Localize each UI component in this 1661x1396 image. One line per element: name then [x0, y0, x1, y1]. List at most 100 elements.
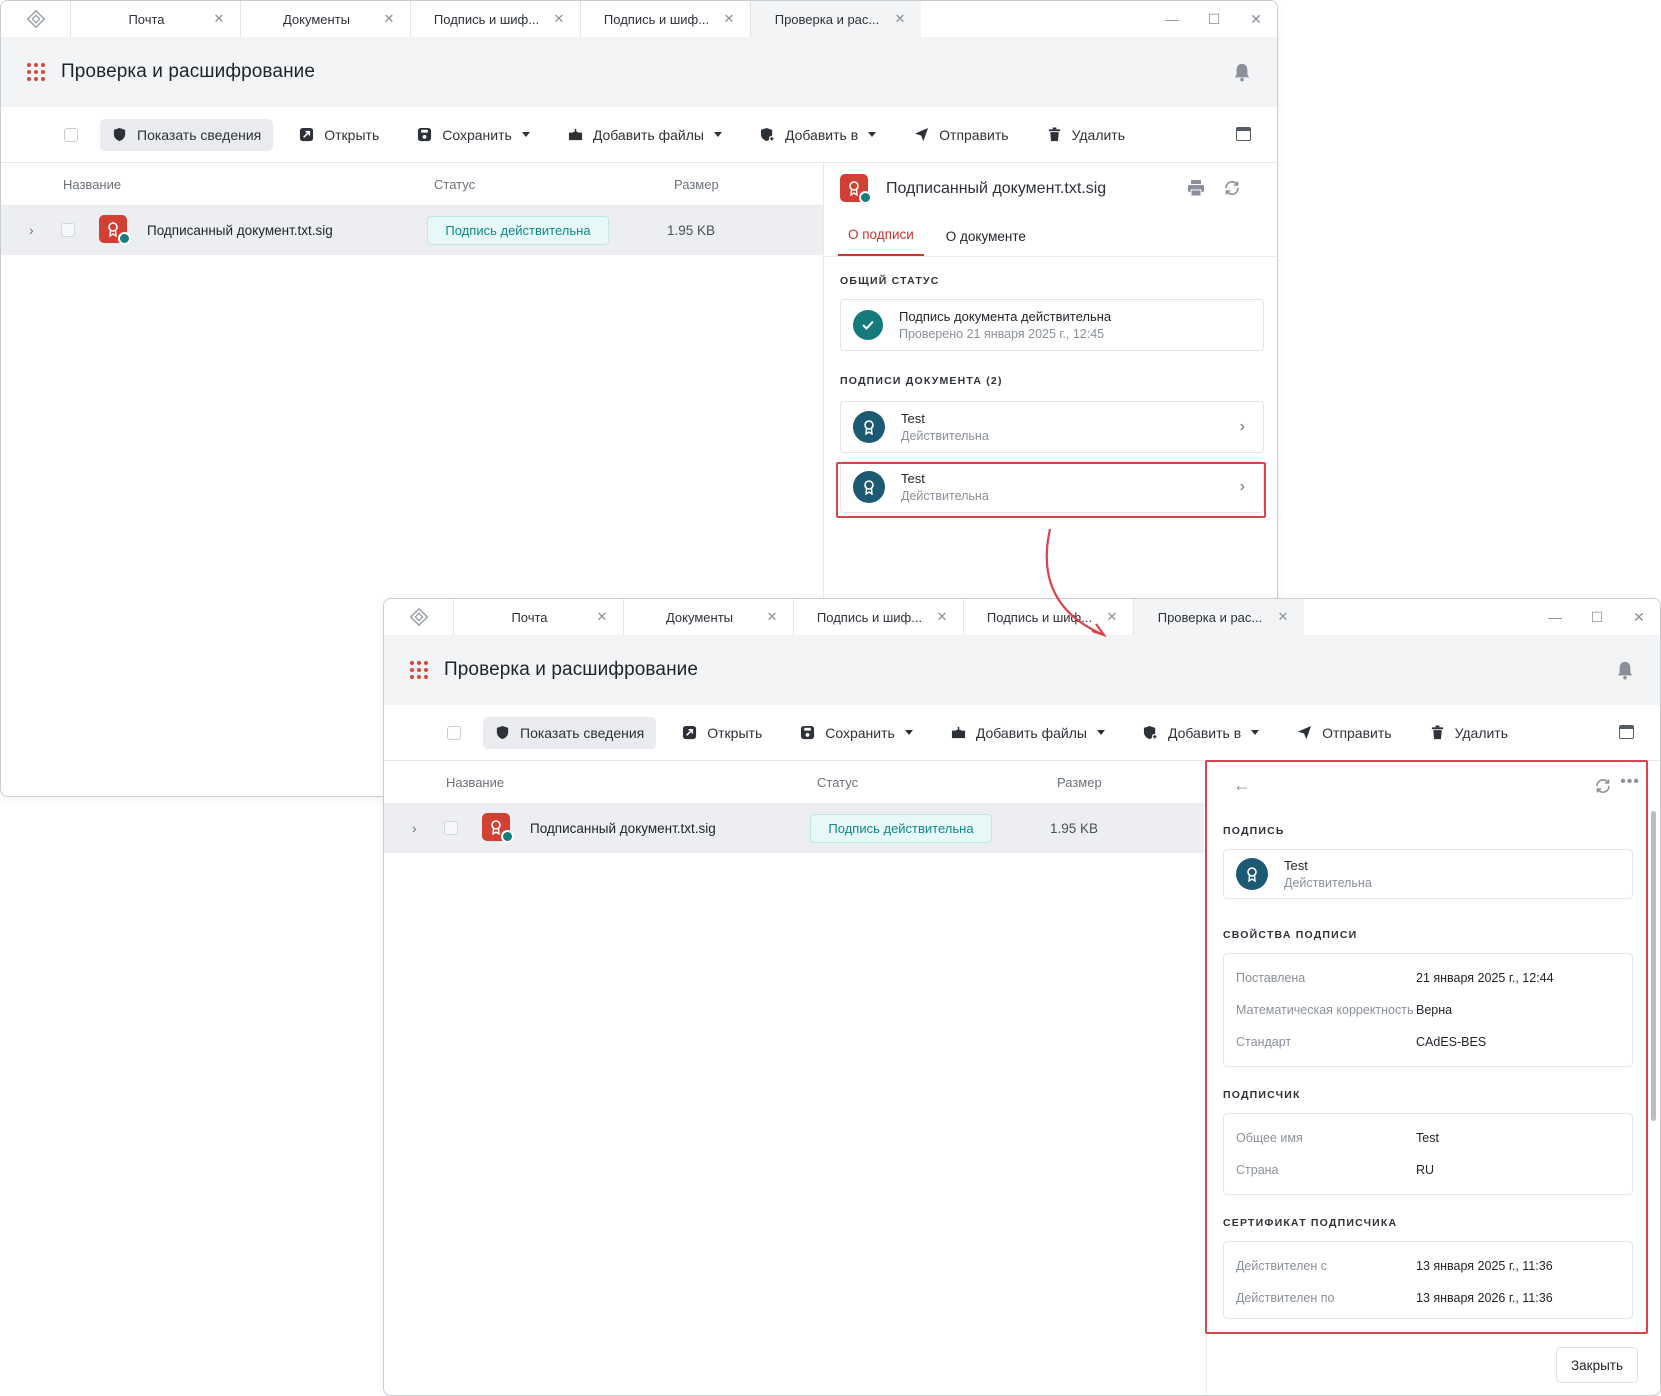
tab-about-signature[interactable]: О подписи	[838, 227, 924, 256]
send-button[interactable]: Отправить	[1285, 717, 1403, 749]
shield-add-icon	[1143, 725, 1158, 740]
shield-add-icon	[760, 127, 775, 142]
arrow-icon	[1045, 528, 1107, 638]
select-all-checkbox[interactable]	[447, 725, 461, 740]
column-name[interactable]: Название	[63, 177, 434, 192]
signature-item[interactable]: Test Действительна ›	[840, 401, 1264, 453]
overall-status-card: Подпись документа действительна Проверен…	[840, 299, 1264, 351]
table-row[interactable]: › Подписанный документ.txt.sig Подпись д…	[384, 803, 1204, 853]
close-button[interactable]: Закрыть	[1556, 1347, 1638, 1383]
save-label: Сохранить	[825, 724, 895, 741]
tab-sign-encrypt-1[interactable]: Подпись и шиф... ✕	[794, 599, 964, 635]
close-window-icon[interactable]: ✕	[1235, 11, 1277, 28]
row-checkbox[interactable]	[444, 821, 458, 835]
scrollbar[interactable]	[1651, 811, 1656, 1121]
details-tabs: О подписи О документе	[824, 215, 1277, 257]
close-icon[interactable]: ✕	[552, 12, 566, 26]
bell-icon[interactable]	[1233, 62, 1251, 82]
tab-verify-decrypt[interactable]: Проверка и рас... ✕	[751, 1, 921, 37]
minimize-icon[interactable]: —	[1534, 609, 1576, 625]
add-files-button[interactable]: Добавить файлы	[556, 119, 734, 151]
close-icon[interactable]: ✕	[935, 610, 949, 624]
shield-icon	[113, 127, 126, 142]
chevron-down-icon[interactable]	[1251, 730, 1260, 735]
close-icon[interactable]: ✕	[765, 610, 779, 624]
add-files-label: Добавить файлы	[975, 724, 1087, 741]
tab-sign-encrypt-2[interactable]: Подпись и шиф... ✕	[581, 1, 751, 37]
chevron-down-icon[interactable]	[521, 132, 530, 137]
add-files-button[interactable]: Добавить файлы	[939, 717, 1117, 749]
open-external-icon	[300, 127, 314, 142]
tab-documents[interactable]: Документы ✕	[624, 599, 794, 635]
table-row[interactable]: › Подписанный документ.txt.sig Подпись д…	[1, 205, 823, 255]
save-button[interactable]: Сохранить	[788, 717, 925, 749]
open-button[interactable]: Открыть	[670, 717, 774, 749]
send-label: Отправить	[1322, 724, 1392, 741]
delete-button[interactable]: Удалить	[1035, 119, 1137, 151]
add-to-button[interactable]: Добавить в	[1131, 717, 1271, 749]
close-window-icon[interactable]: ✕	[1618, 609, 1660, 626]
row-checkbox[interactable]	[61, 223, 75, 237]
column-status[interactable]: Статус	[434, 177, 674, 192]
save-icon	[418, 127, 432, 142]
column-size[interactable]: Размер	[674, 177, 719, 192]
add-to-button[interactable]: Добавить в	[748, 119, 888, 151]
add-to-label: Добавить в	[1167, 724, 1242, 741]
file-name: Подписанный документ.txt.sig	[530, 820, 716, 836]
file-name: Подписанный документ.txt.sig	[147, 222, 333, 238]
delete-button[interactable]: Удалить	[1418, 717, 1520, 749]
save-label: Сохранить	[442, 126, 512, 143]
close-icon[interactable]: ✕	[382, 12, 396, 26]
app-logo[interactable]	[384, 599, 454, 635]
tab-about-document[interactable]: О документе	[936, 229, 1036, 256]
maximize-icon[interactable]: ☐	[1193, 11, 1235, 28]
show-details-button[interactable]: Показать сведения	[100, 118, 274, 151]
chevron-down-icon[interactable]	[868, 132, 877, 137]
close-icon[interactable]: ✕	[893, 12, 907, 26]
apps-grid-icon[interactable]	[410, 661, 428, 679]
signed-file-icon	[99, 215, 131, 245]
tab-bar: Почта ✕ Документы ✕ Подпись и шиф... ✕ Подп…	[384, 599, 1660, 635]
minimize-icon[interactable]: —	[1151, 11, 1193, 27]
column-name[interactable]: Название	[446, 775, 817, 790]
tab-mail[interactable]: Почта ✕	[454, 599, 624, 635]
apps-grid-icon[interactable]	[27, 63, 45, 81]
close-icon[interactable]: ✕	[1276, 610, 1290, 624]
print-icon[interactable]	[1187, 179, 1205, 197]
overall-status-text: Подпись документа действительна	[899, 309, 1112, 324]
panel-toggle-icon[interactable]	[1236, 127, 1251, 141]
close-icon[interactable]: ✕	[595, 610, 609, 624]
chevron-down-icon[interactable]	[904, 730, 913, 735]
panel-toggle-icon[interactable]	[1619, 725, 1634, 739]
show-details-button[interactable]: Показать сведения	[483, 716, 657, 749]
open-button[interactable]: Открыть	[287, 119, 391, 151]
file-size: 1.95 KB	[667, 222, 716, 238]
send-button[interactable]: Отправить	[902, 119, 1020, 151]
add-to-label: Добавить в	[784, 126, 859, 143]
tab-mail[interactable]: Почта ✕	[71, 1, 241, 37]
tab-sign-encrypt-1[interactable]: Подпись и шиф... ✕	[411, 1, 581, 37]
checked-at: Проверено 21 января 2025 г., 12:45	[899, 327, 1105, 341]
tab-label: Подпись и шиф...	[433, 11, 540, 27]
tab-verify-decrypt[interactable]: Проверка и рас... ✕	[1134, 599, 1304, 635]
chevron-down-icon[interactable]	[1096, 730, 1105, 735]
close-icon[interactable]: ✕	[722, 12, 736, 26]
logo-icon	[26, 9, 45, 29]
bell-icon[interactable]	[1616, 660, 1634, 680]
tab-documents[interactable]: Документы ✕	[241, 1, 411, 37]
save-button[interactable]: Сохранить	[405, 119, 542, 151]
chevron-right-icon[interactable]: ›	[412, 820, 424, 836]
shield-icon	[496, 725, 509, 740]
refresh-icon[interactable]	[1223, 179, 1241, 197]
trash-icon	[1048, 127, 1060, 142]
maximize-icon[interactable]: ☐	[1576, 609, 1618, 626]
open-label: Открыть	[707, 724, 763, 741]
chevron-down-icon[interactable]	[713, 132, 722, 137]
close-icon[interactable]: ✕	[212, 12, 226, 26]
column-size[interactable]: Размер	[1057, 775, 1102, 790]
app-logo[interactable]	[1, 1, 71, 37]
column-status[interactable]: Статус	[817, 775, 1057, 790]
status-badge: Подпись действительна	[427, 215, 609, 245]
chevron-right-icon[interactable]: ›	[29, 222, 41, 238]
select-all-checkbox[interactable]	[64, 127, 78, 142]
